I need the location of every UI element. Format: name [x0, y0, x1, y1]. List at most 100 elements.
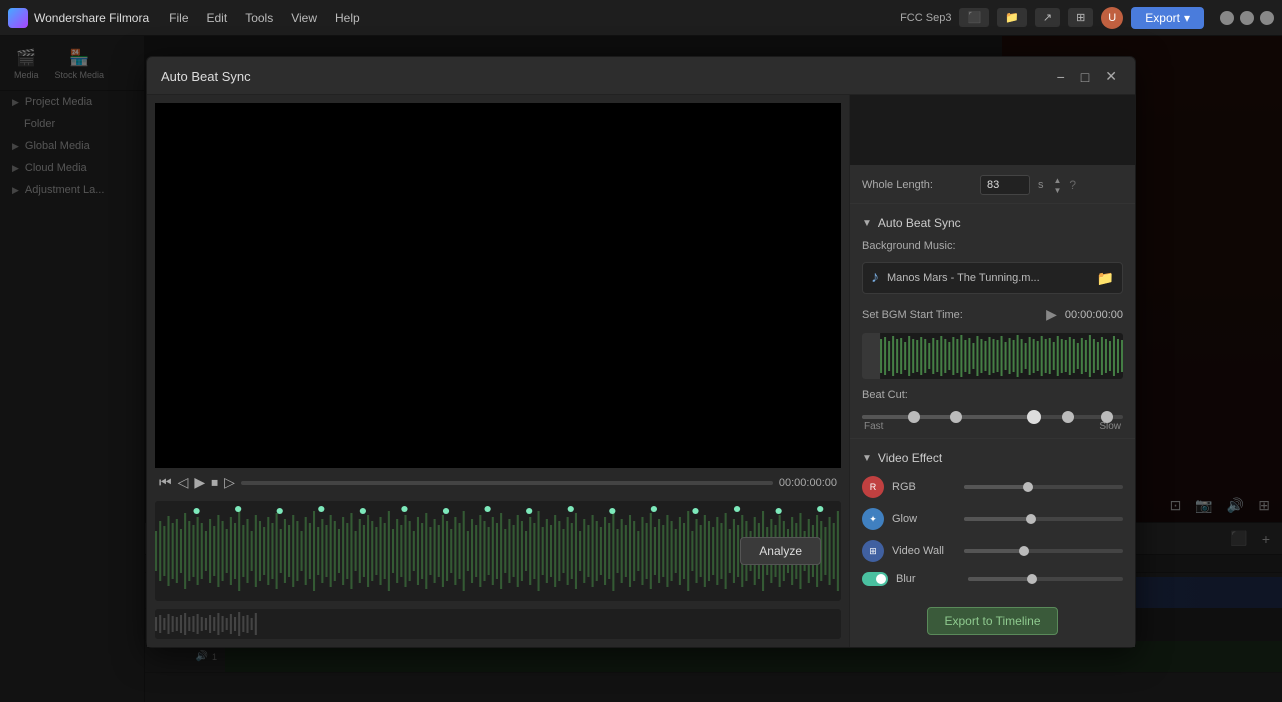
- waveform-svg: [155, 501, 841, 601]
- topbar-right: FCC Sep3 ⬛ 📁 ↗ ⊞ U Export ▾: [900, 7, 1274, 29]
- glow-label: Glow: [892, 513, 956, 525]
- section-title: Auto Beat Sync: [878, 216, 961, 230]
- minimize-button[interactable]: [1220, 11, 1234, 25]
- bg-music-label-row: Background Music:: [850, 236, 1135, 256]
- whole-length-row: Whole Length: s ▲ ▼ ?: [850, 165, 1135, 199]
- stepper[interactable]: ▲ ▼: [1054, 176, 1062, 195]
- export-button[interactable]: Export ▾: [1131, 7, 1204, 29]
- video-effect-arrow: ▼: [862, 453, 872, 464]
- blur-toggle[interactable]: [862, 572, 888, 586]
- menu-edit[interactable]: Edit: [199, 7, 236, 29]
- beat-cut-section: Beat Cut:: [850, 383, 1135, 405]
- video-effect-section[interactable]: ▼ Video Effect: [850, 443, 1135, 471]
- beat-cut-label: Beat Cut:: [862, 389, 908, 401]
- effect-video-wall-row: ⊞ Video Wall: [850, 535, 1135, 567]
- play-button[interactable]: ▶: [194, 474, 205, 491]
- preview-progress-bar[interactable]: [241, 481, 773, 485]
- dialog-preview-panel: ⏮ ◁ ▶ ⏹ ▷ 00:00:00:00: [147, 95, 850, 647]
- playback-controls: ⏮ ◁ ▶ ⏹ ▷ 00:00:00:00: [155, 468, 841, 495]
- window-controls: [1220, 11, 1274, 25]
- app-logo: Wondershare Filmora: [8, 8, 149, 28]
- section-arrow: ▼: [862, 218, 872, 229]
- version-label: FCC Sep3: [900, 12, 951, 24]
- dialog-body: ⏮ ◁ ▶ ⏹ ▷ 00:00:00:00: [147, 95, 1135, 647]
- bgm-start-label: Set BGM Start Time:: [862, 309, 1038, 321]
- analyze-button[interactable]: Analyze: [740, 537, 821, 565]
- stop-button[interactable]: ⏹: [211, 474, 218, 491]
- beat-cut-fill: [862, 415, 1034, 419]
- glow-slider[interactable]: [964, 517, 1123, 521]
- bgm-start-time: 00:00:00:00: [1065, 309, 1123, 321]
- slow-label: Slow: [1099, 421, 1121, 432]
- monitor-btn[interactable]: ⬛: [959, 8, 989, 27]
- export-tl-container: Export to Timeline: [850, 601, 1135, 641]
- dialog-close[interactable]: ✕: [1101, 67, 1121, 86]
- topbar: Wondershare Filmora File Edit Tools View…: [0, 0, 1282, 36]
- beat-cut-thumb-3[interactable]: [1062, 411, 1074, 423]
- share-btn[interactable]: ↗: [1035, 8, 1060, 27]
- whole-length-input[interactable]: [980, 175, 1030, 195]
- bgm-start-row: Set BGM Start Time: ▶ 00:00:00:00: [850, 300, 1135, 329]
- mini-waveform-svg: [862, 333, 1123, 379]
- beat-cut-thumb-main[interactable]: [1027, 410, 1041, 424]
- dialog-titlebar: Auto Beat Sync − □ ✕: [147, 57, 1135, 95]
- close-button[interactable]: [1260, 11, 1274, 25]
- auto-beat-sync-dialog: Auto Beat Sync − □ ✕ ⏮ ◁ ▶ ⏹ ▷: [146, 56, 1136, 648]
- rgb-icon: R: [862, 476, 884, 498]
- menu-bar: File Edit Tools View Help: [161, 7, 368, 29]
- strip-svg: [155, 609, 841, 639]
- divider-1: [850, 203, 1135, 204]
- thumbnail-strip: [850, 95, 1135, 165]
- video-wall-thumb[interactable]: [1019, 546, 1029, 556]
- folder-btn[interactable]: 📁: [997, 8, 1027, 27]
- rgb-thumb[interactable]: [1023, 482, 1033, 492]
- app-name: Wondershare Filmora: [34, 11, 149, 25]
- menu-help[interactable]: Help: [327, 7, 368, 29]
- fast-label: Fast: [864, 421, 883, 432]
- export-to-timeline-button[interactable]: Export to Timeline: [927, 607, 1057, 635]
- beat-cut-slider-track[interactable]: [862, 415, 1123, 419]
- music-note-icon: ♪: [871, 269, 879, 287]
- preview-time: 00:00:00:00: [779, 477, 837, 489]
- dialog-maximize[interactable]: □: [1077, 67, 1093, 86]
- help-icon[interactable]: ?: [1069, 178, 1076, 192]
- beat-cut-thumb-4[interactable]: [1101, 411, 1113, 423]
- blur-thumb[interactable]: [1027, 574, 1037, 584]
- menu-view[interactable]: View: [283, 7, 325, 29]
- dialog-minimize[interactable]: −: [1053, 67, 1069, 86]
- menu-tools[interactable]: Tools: [237, 7, 281, 29]
- video-wall-slider[interactable]: [964, 549, 1123, 553]
- auto-beat-sync-section[interactable]: ▼ Auto Beat Sync: [850, 208, 1135, 236]
- bgm-play-icon[interactable]: ▶: [1046, 306, 1057, 323]
- video-preview: [155, 103, 841, 468]
- logo-icon: [8, 8, 28, 28]
- maximize-button[interactable]: [1240, 11, 1254, 25]
- rgb-slider[interactable]: [964, 485, 1123, 489]
- beat-cut-thumb-1[interactable]: [908, 411, 920, 423]
- waveform-preview: Analyze: [155, 501, 841, 601]
- dialog-title: Auto Beat Sync: [161, 69, 251, 84]
- blur-slider[interactable]: [968, 577, 1123, 581]
- waveform-strip: [155, 609, 841, 639]
- browse-folder-icon[interactable]: 📁: [1097, 270, 1114, 287]
- music-filename: Manos Mars - The Tunning.m...: [887, 272, 1089, 284]
- video-wall-label: Video Wall: [892, 545, 956, 557]
- avatar: U: [1101, 7, 1123, 29]
- glow-icon: ✦: [862, 508, 884, 530]
- video-effect-title: Video Effect: [878, 451, 942, 465]
- rgb-label: RGB: [892, 481, 956, 493]
- beat-cut-labels: Fast Slow: [862, 421, 1123, 432]
- step-forward-button[interactable]: ▷: [224, 474, 235, 491]
- extensions-btn[interactable]: ⊞: [1068, 8, 1093, 27]
- modal-overlay: Auto Beat Sync − □ ✕ ⏮ ◁ ▶ ⏹ ▷: [0, 36, 1282, 702]
- play-back-button[interactable]: ◁: [178, 474, 189, 491]
- beat-cut-thumb-2[interactable]: [950, 411, 962, 423]
- effect-glow-row: ✦ Glow: [850, 503, 1135, 535]
- music-row: ♪ Manos Mars - The Tunning.m... 📁: [862, 262, 1123, 294]
- glow-thumb[interactable]: [1026, 514, 1036, 524]
- step-back-button[interactable]: ⏮: [159, 474, 172, 491]
- mini-waveform: [862, 333, 1123, 379]
- dialog-settings-panel: Whole Length: s ▲ ▼ ? ▼ Auto Beat Sync: [850, 95, 1135, 647]
- menu-file[interactable]: File: [161, 7, 196, 29]
- bg-music-label: Background Music:: [862, 240, 956, 252]
